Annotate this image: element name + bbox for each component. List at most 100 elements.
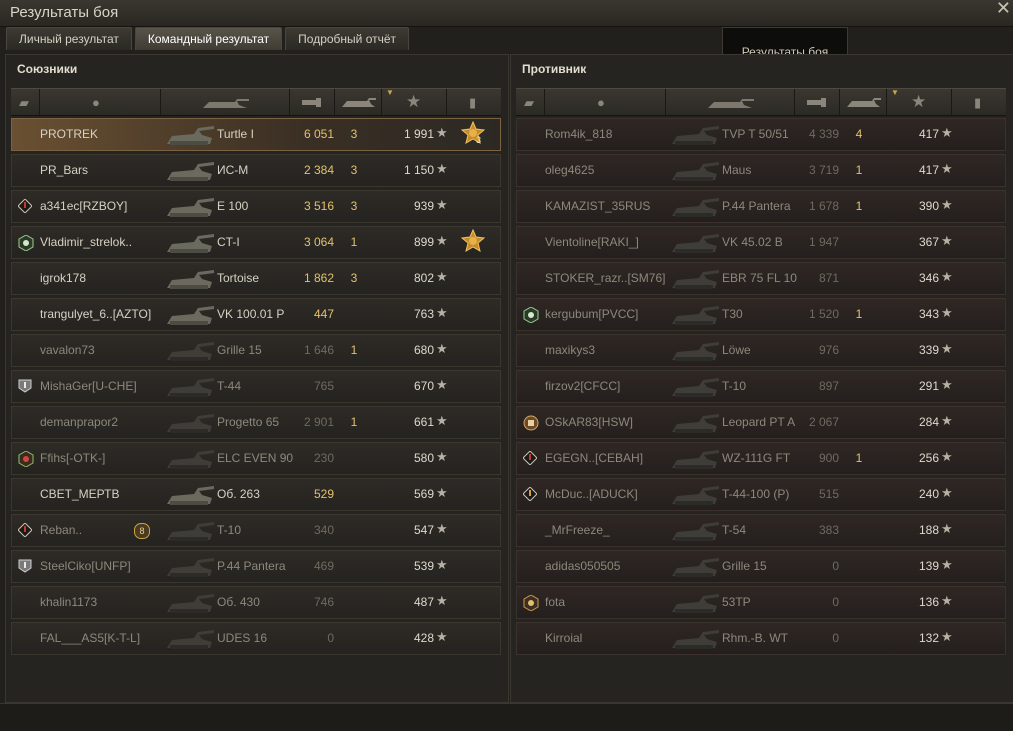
allies-player-row[interactable]: Ffihs[-OTK-] ELC EVEN 90 230 580 ★ (11, 442, 501, 475)
medal-icon: ▮ (974, 95, 982, 110)
enemies-player-row[interactable]: _MrFreeze_ T-54 383 188 ★ (516, 514, 1006, 547)
enemies-player-row[interactable]: KAMAZIST_35RUS P.44 Pantera 1 678 1 390 ★ (516, 190, 1006, 223)
enemies-player-row[interactable]: OSkAR83[HSW] Leopard PT A 2 067 284 ★ (516, 406, 1006, 439)
vehicle-name: P.44 Pantera (722, 199, 791, 213)
enemies-player-row[interactable]: Vientoline[RAKI_] VK 45.02 B 1 947 367 ★ (516, 226, 1006, 259)
sort-vehicle[interactable] (666, 89, 795, 115)
sort-desc-icon: ▼ (891, 88, 899, 97)
tab-team-result[interactable]: Командный результат (134, 27, 283, 50)
allies-player-row[interactable]: Vladimir_strelok.. CT-I 3 064 1 899 ★ (11, 226, 501, 259)
enemies-player-row[interactable]: EGEGN..[CEBAH] WZ-111G FT 900 1 256 ★ (516, 442, 1006, 475)
sort-xp[interactable]: ▼ ★ (382, 88, 447, 115)
allies-player-row[interactable]: trangulyet_6..[AZTO] VK 100.01 P 447 763 ★ (11, 298, 501, 331)
xp-star-icon: ★ (436, 593, 448, 608)
sort-platoon[interactable]: ▰ (516, 89, 545, 115)
tank-icon (164, 590, 216, 616)
sort-kills[interactable] (335, 89, 382, 115)
kills-value: 3 (350, 163, 358, 177)
vehicle-name: T-10 (722, 379, 747, 393)
enemies-player-row[interactable]: adidas050505 Grille 15 0 139 ★ (516, 550, 1006, 583)
clan-badge-icon (523, 306, 539, 324)
player-icon: ● (597, 95, 605, 110)
damage-value: 1 862 (303, 271, 334, 285)
clan-badge-icon (18, 234, 34, 252)
sort-platoon[interactable]: ▰ (11, 89, 40, 115)
sort-medals[interactable]: ▮ (447, 89, 501, 115)
kills-value: 4 (855, 127, 863, 141)
tank-icon (669, 518, 721, 544)
tab-personal-result[interactable]: Личный результат (6, 27, 132, 50)
medal-icon[interactable]: 3 (460, 120, 486, 147)
enemies-player-row[interactable]: kergubum[PVCC] T30 1 520 1 343 ★ (516, 298, 1006, 331)
allies-player-row[interactable]: СВЕТ_МЕРТВ Об. 263 529 569 ★ (11, 478, 501, 511)
vehicle-name: TVP T 50/51 (722, 127, 789, 141)
allies-title: Союзники (17, 62, 78, 76)
player-name: STOKER_razr..[SM76] (545, 271, 666, 285)
xp-value: 547 (413, 523, 434, 537)
allies-player-row[interactable]: demanprapor2 Progetto 65 2 901 1 661 ★ (11, 406, 501, 439)
sort-player[interactable]: ● (40, 89, 161, 115)
damage-value: 4 339 (808, 127, 839, 141)
xp-value: 291 (918, 379, 939, 393)
allies-player-row[interactable]: Reban.. 8 T-10 340 547 ★ (11, 514, 501, 547)
damage-value: 1 520 (808, 307, 839, 321)
tab-bar: Личный результат Командный результат Под… (6, 27, 412, 50)
sort-kills[interactable] (840, 89, 887, 115)
allies-player-row[interactable]: igrok178 Tortoise 1 862 3 802 ★ (11, 262, 501, 295)
tank-icon (164, 194, 216, 220)
tank-icon (164, 122, 216, 148)
enemies-player-row[interactable]: STOKER_razr..[SM76] EBR 75 FL 10 871 346 ★ (516, 262, 1006, 295)
player-name: Reban.. (40, 523, 83, 537)
vehicle-name: Progetto 65 (217, 415, 280, 429)
xp-star-icon: ★ (941, 521, 953, 536)
xp-star-icon: ★ (941, 593, 953, 608)
allies-player-row[interactable]: PROTREK Turtle I 6 051 3 1 991 ★ 3 (11, 118, 501, 151)
xp-star-icon: ★ (436, 305, 448, 320)
vehicle-name: Grille 15 (217, 343, 262, 357)
sort-player[interactable]: ● (545, 89, 666, 115)
enemies-player-row[interactable]: McDuc..[ADUCK] T-44-100 (P) 515 240 ★ (516, 478, 1006, 511)
tank-icon (164, 230, 216, 256)
enemies-player-row[interactable]: Kirroial Rhm.-B. WT 0 132 ★ (516, 622, 1006, 655)
allies-player-row[interactable]: MishaGer[U-CHE] T-44 765 670 ★ (11, 370, 501, 403)
vehicle-name: Tortoise (217, 271, 260, 285)
close-icon[interactable]: ✕ (996, 0, 1011, 19)
enemies-player-row[interactable]: fota 53TP 0 136 ★ (516, 586, 1006, 619)
allies-player-row[interactable]: vavalon73 Grille 15 1 646 1 680 ★ (11, 334, 501, 367)
tank-icon (164, 374, 216, 400)
xp-star-icon: ★ (941, 449, 953, 464)
sort-damage[interactable] (795, 89, 840, 115)
damage-icon (807, 98, 826, 107)
enemies-player-row[interactable]: maxikys3 Löwe 976 339 ★ (516, 334, 1006, 367)
xp-value: 569 (413, 487, 434, 501)
xp-value: 240 (918, 487, 939, 501)
xp-value: 346 (918, 271, 939, 285)
xp-value: 899 (413, 235, 434, 249)
xp-value: 390 (918, 199, 939, 213)
vehicle-name: Об. 430 (217, 595, 260, 609)
tab-detailed-report[interactable]: Подробный отчёт (285, 27, 410, 50)
allies-player-row[interactable]: PR_Bars ИС-М 2 384 3 1 150 ★ (11, 154, 501, 187)
xp-star-icon: ★ (941, 557, 953, 572)
damage-value: 230 (313, 451, 334, 465)
xp-star-icon: ★ (941, 161, 953, 176)
allies-player-row[interactable]: FAL___AS5[K-T-L] UDES 16 0 428 ★ (11, 622, 501, 655)
damage-value: 0 (832, 595, 839, 609)
player-name: khalin1173 (40, 595, 98, 609)
sort-vehicle[interactable] (161, 89, 290, 115)
enemies-player-row[interactable]: oleg4625 Maus 3 719 1 417 ★ (516, 154, 1006, 187)
sort-damage[interactable] (290, 89, 335, 115)
damage-value: 2 384 (303, 163, 334, 177)
enemies-player-row[interactable]: Rom4ik_818 TVP T 50/51 4 339 4 417 ★ (516, 118, 1006, 151)
vehicle-name: T-54 (722, 523, 747, 537)
allies-player-row[interactable]: a341ec[RZBOY] E 100 3 516 3 939 ★ (11, 190, 501, 223)
damage-value: 3 064 (303, 235, 334, 249)
enemies-player-row[interactable]: firzov2[CFCC] T-10 897 291 ★ (516, 370, 1006, 403)
sort-medals[interactable]: ▮ (952, 89, 1006, 115)
allies-player-row[interactable]: SteelCiko[UNFP] P.44 Pantera 469 539 ★ (11, 550, 501, 583)
player-name: Kirroial (545, 631, 583, 645)
allies-player-row[interactable]: khalin1173 Об. 430 746 487 ★ (11, 586, 501, 619)
medal-icon[interactable] (460, 228, 486, 255)
sort-xp[interactable]: ▼ ★ (887, 88, 952, 115)
vehicle-name: T30 (722, 307, 743, 321)
